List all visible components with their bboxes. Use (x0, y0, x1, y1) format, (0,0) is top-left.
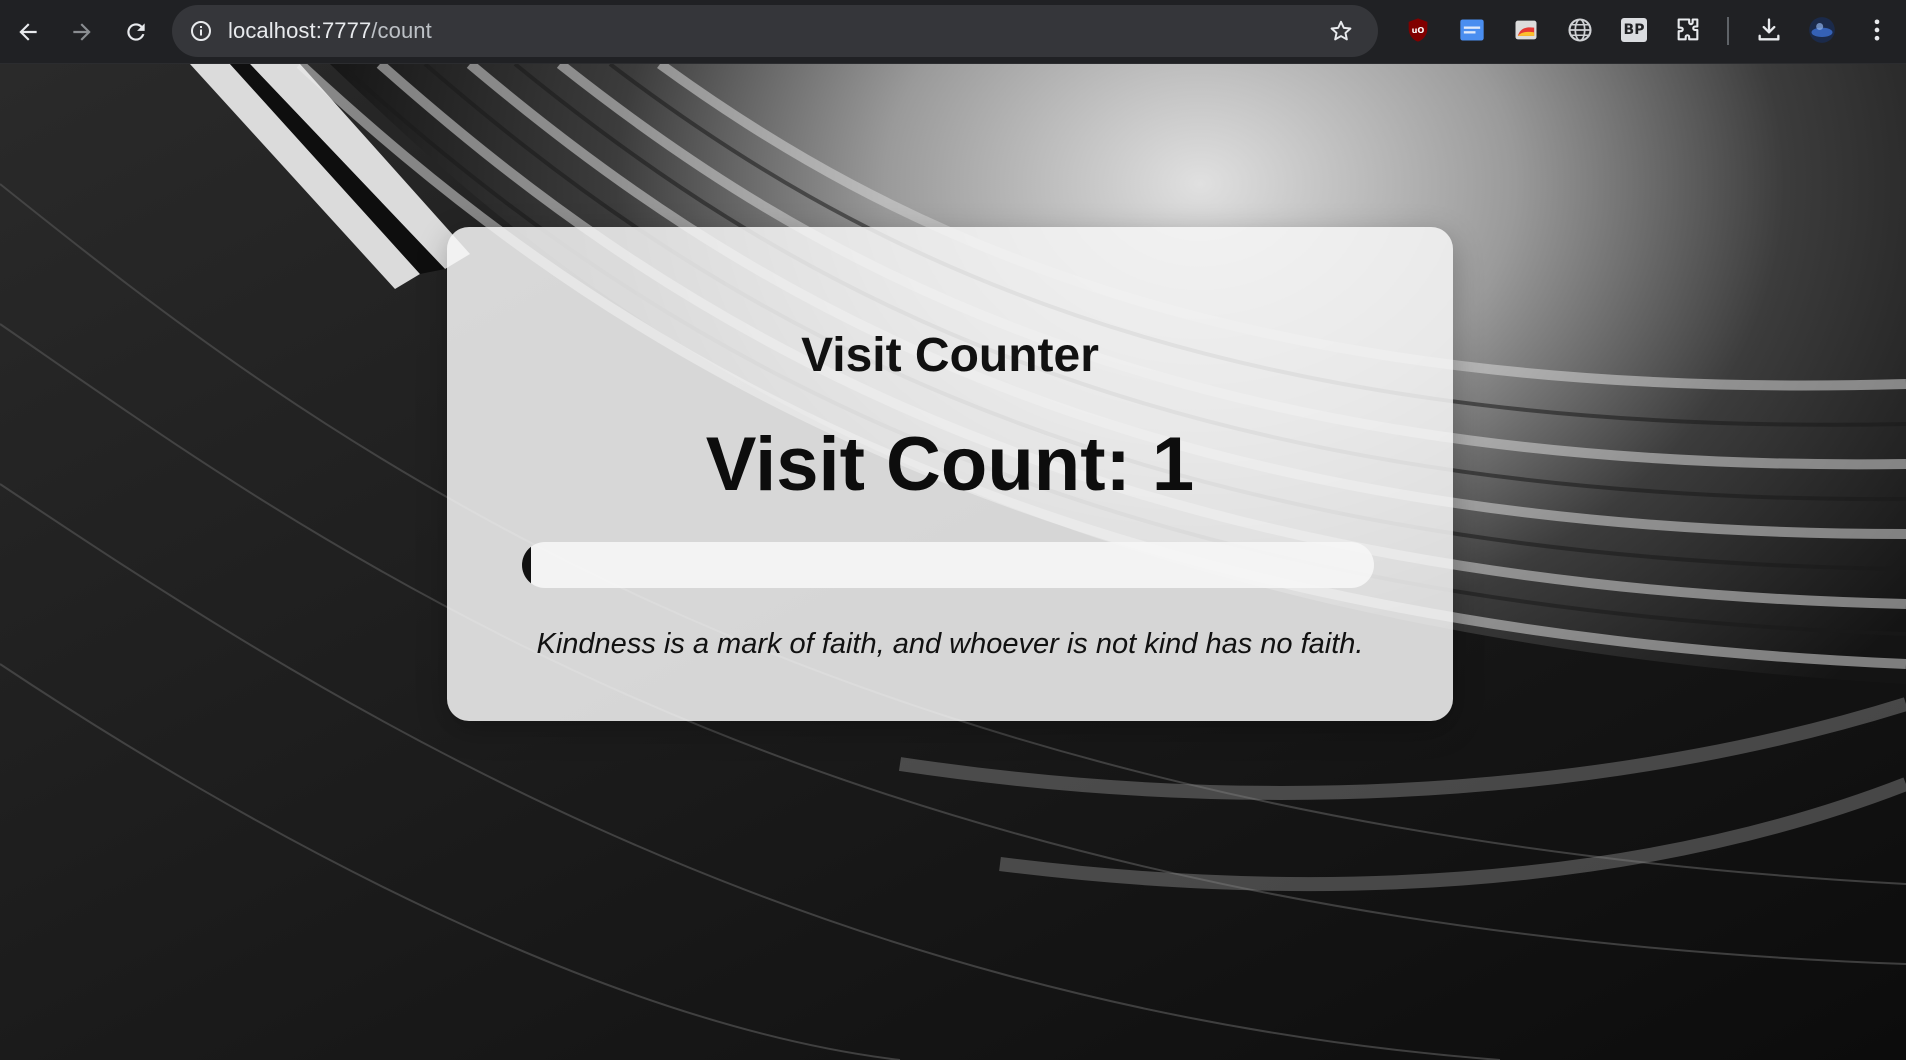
bp-extension-label: BP (1621, 18, 1647, 42)
ublock-shield-icon[interactable]: uO (1401, 13, 1435, 47)
forward-arrow-icon[interactable] (62, 12, 102, 52)
visit-count-heading: Visit Count: 1 (705, 422, 1195, 507)
color-extension-icon[interactable] (1509, 13, 1543, 47)
globe-extension-icon[interactable] (1563, 13, 1597, 47)
url-text[interactable]: localhost:7777/count (228, 18, 432, 44)
page-viewport: Visit Counter Visit Count: 1 Kindness is… (0, 64, 1906, 1060)
address-bar[interactable]: localhost:7777/count (172, 5, 1378, 57)
page-title: Visit Counter (801, 329, 1099, 382)
calendar-extension-icon[interactable] (1455, 13, 1489, 47)
progress-bar-fill (522, 542, 531, 588)
url-path: /count (371, 18, 432, 43)
visit-counter-card: Visit Counter Visit Count: 1 Kindness is… (447, 227, 1453, 721)
svg-text:uO: uO (1412, 25, 1425, 35)
quote-text: Kindness is a mark of faith, and whoever… (536, 628, 1364, 660)
reload-icon[interactable] (116, 12, 156, 52)
download-icon[interactable] (1752, 13, 1786, 47)
more-menu-icon[interactable] (1860, 13, 1894, 47)
bookmark-star-icon[interactable] (1326, 16, 1356, 46)
extensions-puzzle-icon[interactable] (1671, 13, 1705, 47)
toolbar-divider (1727, 17, 1729, 45)
url-host: localhost:7777 (228, 18, 372, 43)
back-arrow-icon[interactable] (8, 12, 48, 52)
progress-bar (522, 542, 1374, 588)
bp-extension-icon[interactable]: BP (1617, 13, 1651, 47)
browser-toolbar: localhost:7777/count uO BP (0, 0, 1906, 64)
site-info-icon[interactable] (186, 16, 216, 46)
profile-avatar[interactable] (1805, 13, 1839, 47)
